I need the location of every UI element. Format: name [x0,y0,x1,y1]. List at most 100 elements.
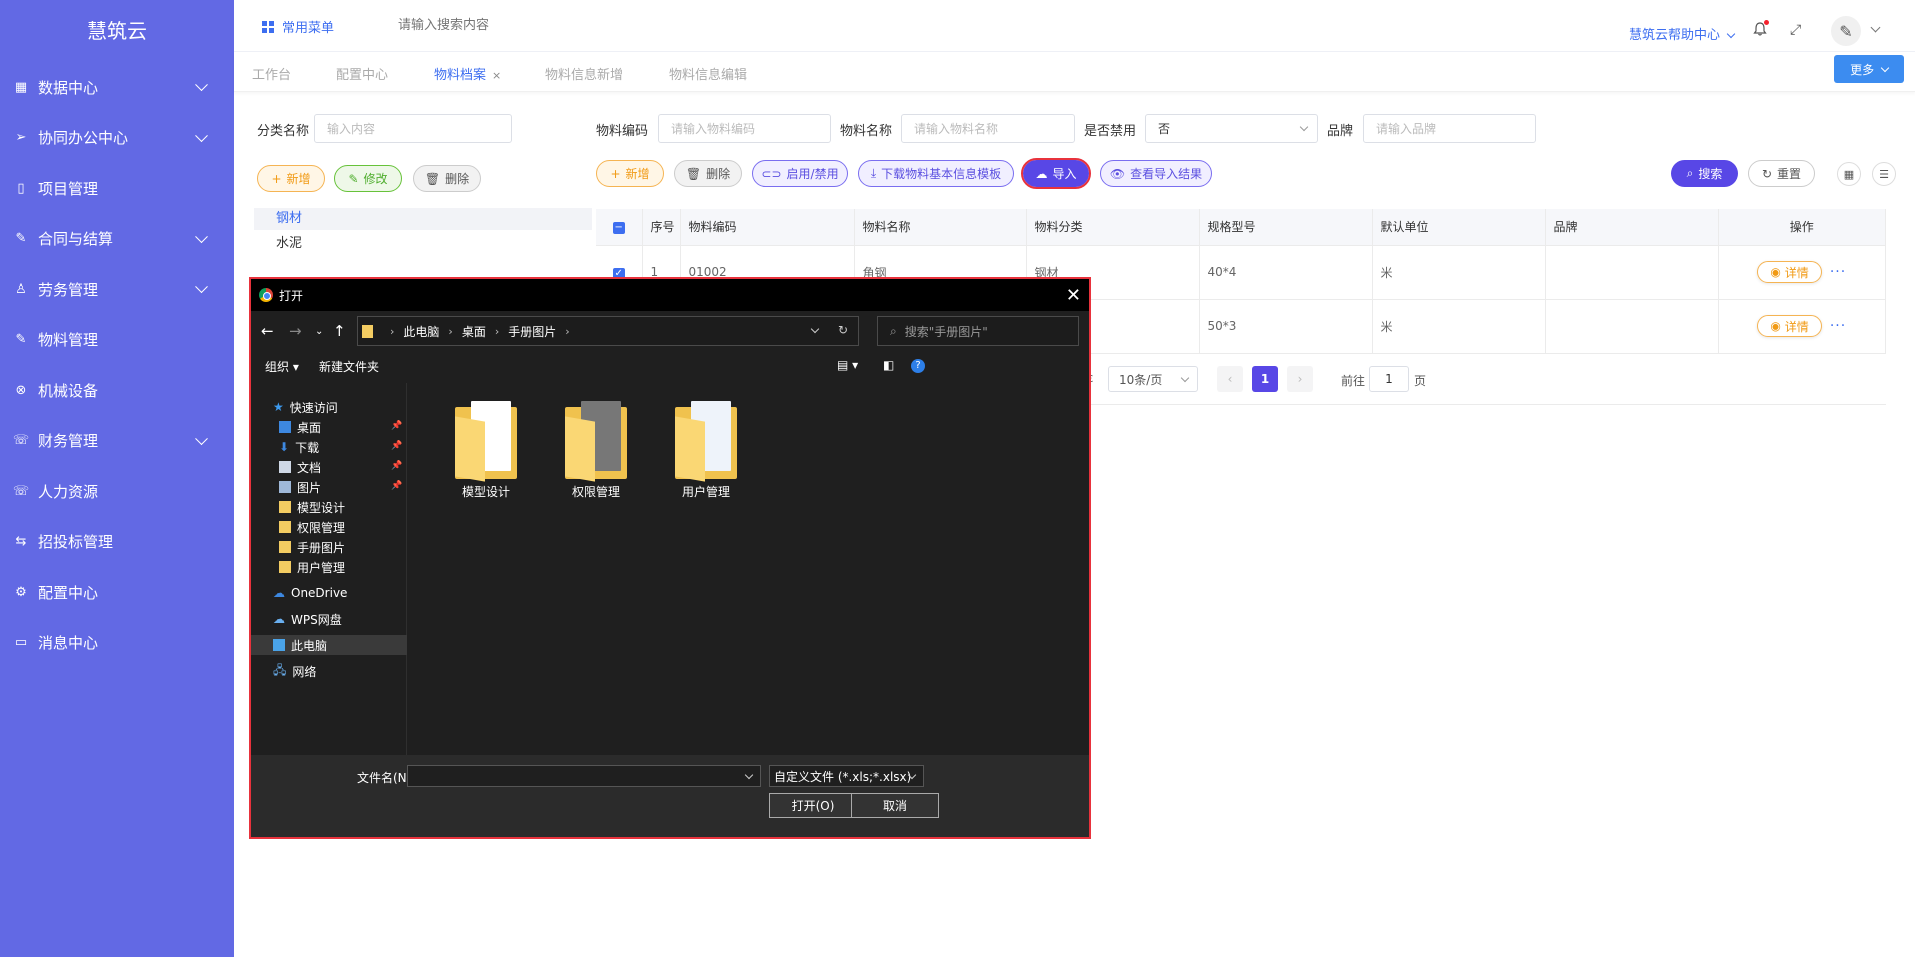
filter-setting-icon[interactable]: ☰ [1872,162,1896,186]
tab[interactable]: 配置中心 [336,64,388,83]
nav-item-documents[interactable]: 文档 [279,457,321,477]
nav-item-desktop[interactable]: 桌面 [279,417,321,437]
current-page[interactable]: 1 [1252,366,1278,392]
tab[interactable]: 物料信息新增 [545,64,623,83]
nav-item-wps[interactable]: ☁ WPS网盘 [273,609,342,629]
recent-chevron-icon[interactable]: ⌄ [315,326,323,337]
import-button[interactable]: ☁ 导入 [1021,158,1091,189]
nav-item-this-pc[interactable]: 此电脑 [251,635,407,655]
sidebar-item[interactable]: ⚙ 配置中心 [0,567,234,618]
help-icon[interactable]: ? [911,359,925,373]
select-all-checkbox[interactable]: − [596,209,643,246]
sidebar-item[interactable]: ♙ 劳务管理 [0,264,234,315]
bell-icon[interactable] [1753,20,1769,36]
delete-button[interactable]: 🗑 删除 [674,160,742,187]
open-button[interactable]: 打开(O) [769,793,857,818]
tree-node-cement[interactable]: 水泥 [254,232,302,251]
favorites-menu[interactable]: 常用菜单 [262,17,334,36]
close-icon[interactable]: ✕ [1066,285,1081,306]
tree-add-button[interactable]: + 新增 [257,165,325,192]
sidebar-item[interactable]: ✎ 合同与结算 [0,214,234,265]
tree-edit-button[interactable]: ✎ 修改 [334,165,402,192]
up-arrow-icon[interactable]: ↑ [333,322,346,340]
name-input[interactable]: 请输入物料名称 [901,114,1075,143]
sidebar-item[interactable]: ☏ 人力资源 [0,466,234,517]
path-segment[interactable]: 桌面 [462,323,486,340]
detail-button[interactable]: ◉ 详情 [1757,261,1822,283]
grid-icon [262,20,274,33]
address-dropdown-icon[interactable] [810,324,820,334]
nav-item-folder[interactable]: 权限管理 [279,517,345,537]
new-folder-button[interactable]: 新建文件夹 [319,358,379,375]
add-button[interactable]: + 新增 [596,160,664,187]
sidebar-item[interactable]: ⊗ 机械设备 [0,365,234,416]
help-center-link[interactable]: 慧筑云帮助中心 [1629,24,1736,43]
tree-delete-button[interactable]: 🗑 删除 [413,165,481,192]
code-input[interactable]: 请输入物料编码 [658,114,831,143]
nav-item-folder[interactable]: 模型设计 [279,497,345,517]
chevron-down-icon[interactable] [1870,22,1881,33]
sidebar-item[interactable]: ☏ 财务管理 [0,416,234,467]
phone-icon: ☏ [12,433,30,449]
brand-input[interactable]: 请输入品牌 [1363,114,1536,143]
sidebar-item[interactable]: ➢ 协同办公中心 [0,113,234,164]
column-setting-icon[interactable]: ▦ [1837,162,1861,186]
filename-input[interactable] [407,765,761,787]
toggle-enable-button[interactable]: ⊂⊃ 启用/禁用 [752,160,848,187]
dialog-search-input[interactable]: ⌕ 搜索"手册图片" [877,316,1079,346]
fullscreen-icon[interactable]: ⤢ [1790,22,1801,38]
nav-item-onedrive[interactable]: ☁ OneDrive [273,583,347,603]
preview-pane-icon[interactable]: ◧ [883,358,894,372]
filetype-select[interactable]: 自定义文件 (*.xls;*.xlsx) [769,765,924,787]
col-header: 规格型号 [1199,209,1373,246]
nav-item-network[interactable]: 🖧 网络 [273,661,316,681]
prev-page-button[interactable]: ‹ [1217,366,1243,392]
more-actions-icon[interactable]: ··· [1830,264,1846,280]
sidebar-item[interactable]: ▦ 数据中心 [0,62,234,113]
more-actions-icon[interactable]: ··· [1830,318,1846,334]
sidebar-item[interactable]: ⇆ 招投标管理 [0,517,234,568]
forward-arrow-icon[interactable]: → [289,322,302,340]
detail-button[interactable]: ◉ 详情 [1757,315,1822,337]
folder-item[interactable]: 权限管理 [551,399,641,500]
sidebar-item[interactable]: ▯ 项目管理 [0,163,234,214]
refresh-icon[interactable]: ↻ [838,323,848,337]
goto-page-input[interactable]: 1 [1369,366,1409,392]
reset-button[interactable]: ↻ 重置 [1748,160,1815,187]
category-input[interactable]: 输入内容 [314,114,512,143]
download-template-button[interactable]: ⤓ 下载物料基本信息模板 [858,160,1014,187]
organize-menu[interactable]: 组织 ▾ [265,358,299,375]
sidebar-item-label: 项目管理 [38,179,99,198]
sidebar-item[interactable]: ✎ 物料管理 [0,315,234,366]
nav-item-folder[interactable]: 手册图片 [279,537,345,557]
folder-item[interactable]: 用户管理 [661,399,751,500]
page-size-select[interactable]: 10条/页 [1108,366,1198,392]
path-segment[interactable]: 手册图片 [508,323,556,340]
next-page-button[interactable]: › [1287,366,1313,392]
address-bar[interactable]: › 此电脑 › 桌面 › 手册图片 › ↻ [357,316,859,346]
avatar[interactable]: ✎ [1831,16,1861,46]
sidebar-item-label: 数据中心 [38,78,99,97]
disabled-select[interactable]: 否 [1145,114,1318,143]
close-icon[interactable]: × [492,69,501,82]
view-import-result-button[interactable]: 👁 查看导入结果 [1100,160,1212,187]
path-segment[interactable]: 此电脑 [403,323,439,340]
more-button[interactable]: 更多 [1834,55,1904,83]
back-arrow-icon[interactable]: ← [261,322,274,340]
quick-access-item[interactable]: ★ 快速访问 [273,397,338,417]
network-icon: 🖧 [273,662,287,677]
tree-node-steel[interactable]: 钢材 [254,208,592,230]
folder-item[interactable]: 模型设计 [441,399,531,500]
nav-item-pictures[interactable]: 图片 [279,477,321,497]
nav-item-folder[interactable]: 用户管理 [279,557,345,577]
search-button[interactable]: ⌕ 搜索 [1671,160,1738,187]
tab[interactable]: 物料信息编辑 [669,64,747,83]
view-mode-icon[interactable]: ▤ ▾ [837,358,858,372]
sidebar-item[interactable]: ▭ 消息中心 [0,618,234,669]
nav-item-downloads[interactable]: ⬇ 下载 [279,437,319,457]
col-header: 物料分类 [1026,209,1200,246]
tab[interactable]: 物料档案 × [434,64,501,83]
cancel-button[interactable]: 取消 [851,793,939,818]
global-search-input[interactable] [398,17,598,32]
tab[interactable]: 工作台 [252,64,291,83]
